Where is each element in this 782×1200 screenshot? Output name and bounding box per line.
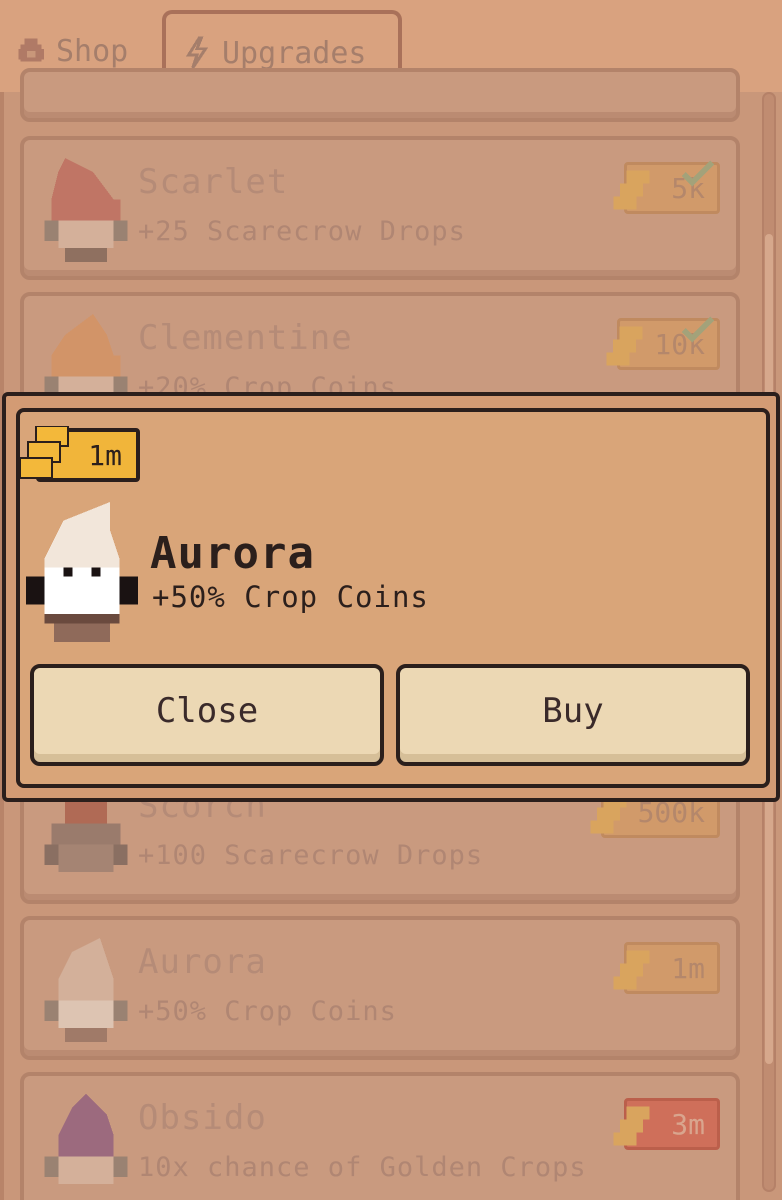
upgrade-name: Scarlet: [138, 162, 289, 202]
coins-icon: [613, 170, 650, 210]
checkmark-icon: [681, 316, 715, 343]
upgrade-name: Obsido: [138, 1098, 267, 1138]
buy-button[interactable]: Buy: [396, 664, 750, 766]
dialog-price-label: 1m: [88, 438, 122, 472]
close-button[interactable]: Close: [30, 664, 384, 766]
gnome-avatar-icon: [44, 158, 128, 262]
aurora-gnome-icon: [26, 502, 138, 642]
dialog-upgrade-description: +50% Crop Coins: [152, 580, 429, 614]
coins-icon: [606, 326, 643, 366]
list-item[interactable]: Aurora +50% Crop Coins 1m: [20, 916, 740, 1060]
upgrade-description: +25 Scarecrow Drops: [138, 216, 466, 247]
list-item[interactable]: Scarlet +25 Scarecrow Drops 5k: [20, 136, 740, 280]
list-item[interactable]: Obsido 10x chance of Golden Crops 3m: [20, 1072, 740, 1200]
price-badge: 3m: [613, 1098, 720, 1150]
dialog-upgrade-name: Aurora: [150, 528, 315, 579]
coins-icon: [18, 426, 70, 480]
upgrade-description: 10x chance of Golden Crops: [138, 1152, 587, 1183]
tab-shop-label: Shop: [56, 33, 129, 69]
price-badge: 10k: [606, 316, 720, 370]
tab-upgrades-label: Upgrades: [222, 35, 367, 71]
upgrade-description: +50% Crop Coins: [138, 996, 397, 1027]
coins-icon: [613, 950, 650, 990]
sack-icon: [18, 38, 44, 62]
upgrade-name: Clementine: [138, 318, 353, 358]
checkmark-icon: [681, 160, 715, 187]
price-badge: 1m: [613, 942, 720, 994]
list-item[interactable]: [20, 68, 740, 122]
price-label: 1m: [671, 951, 705, 985]
price-label: 3m: [671, 1107, 705, 1141]
price-badge: 5k: [613, 160, 720, 214]
lightning-icon: [185, 36, 209, 69]
gnome-avatar-icon: [44, 938, 128, 1042]
upgrade-name: Aurora: [138, 942, 267, 982]
gnome-avatar-icon: [44, 1094, 128, 1185]
upgrade-description: +100 Scarecrow Drops: [138, 840, 484, 871]
coins-icon: [613, 1106, 650, 1146]
